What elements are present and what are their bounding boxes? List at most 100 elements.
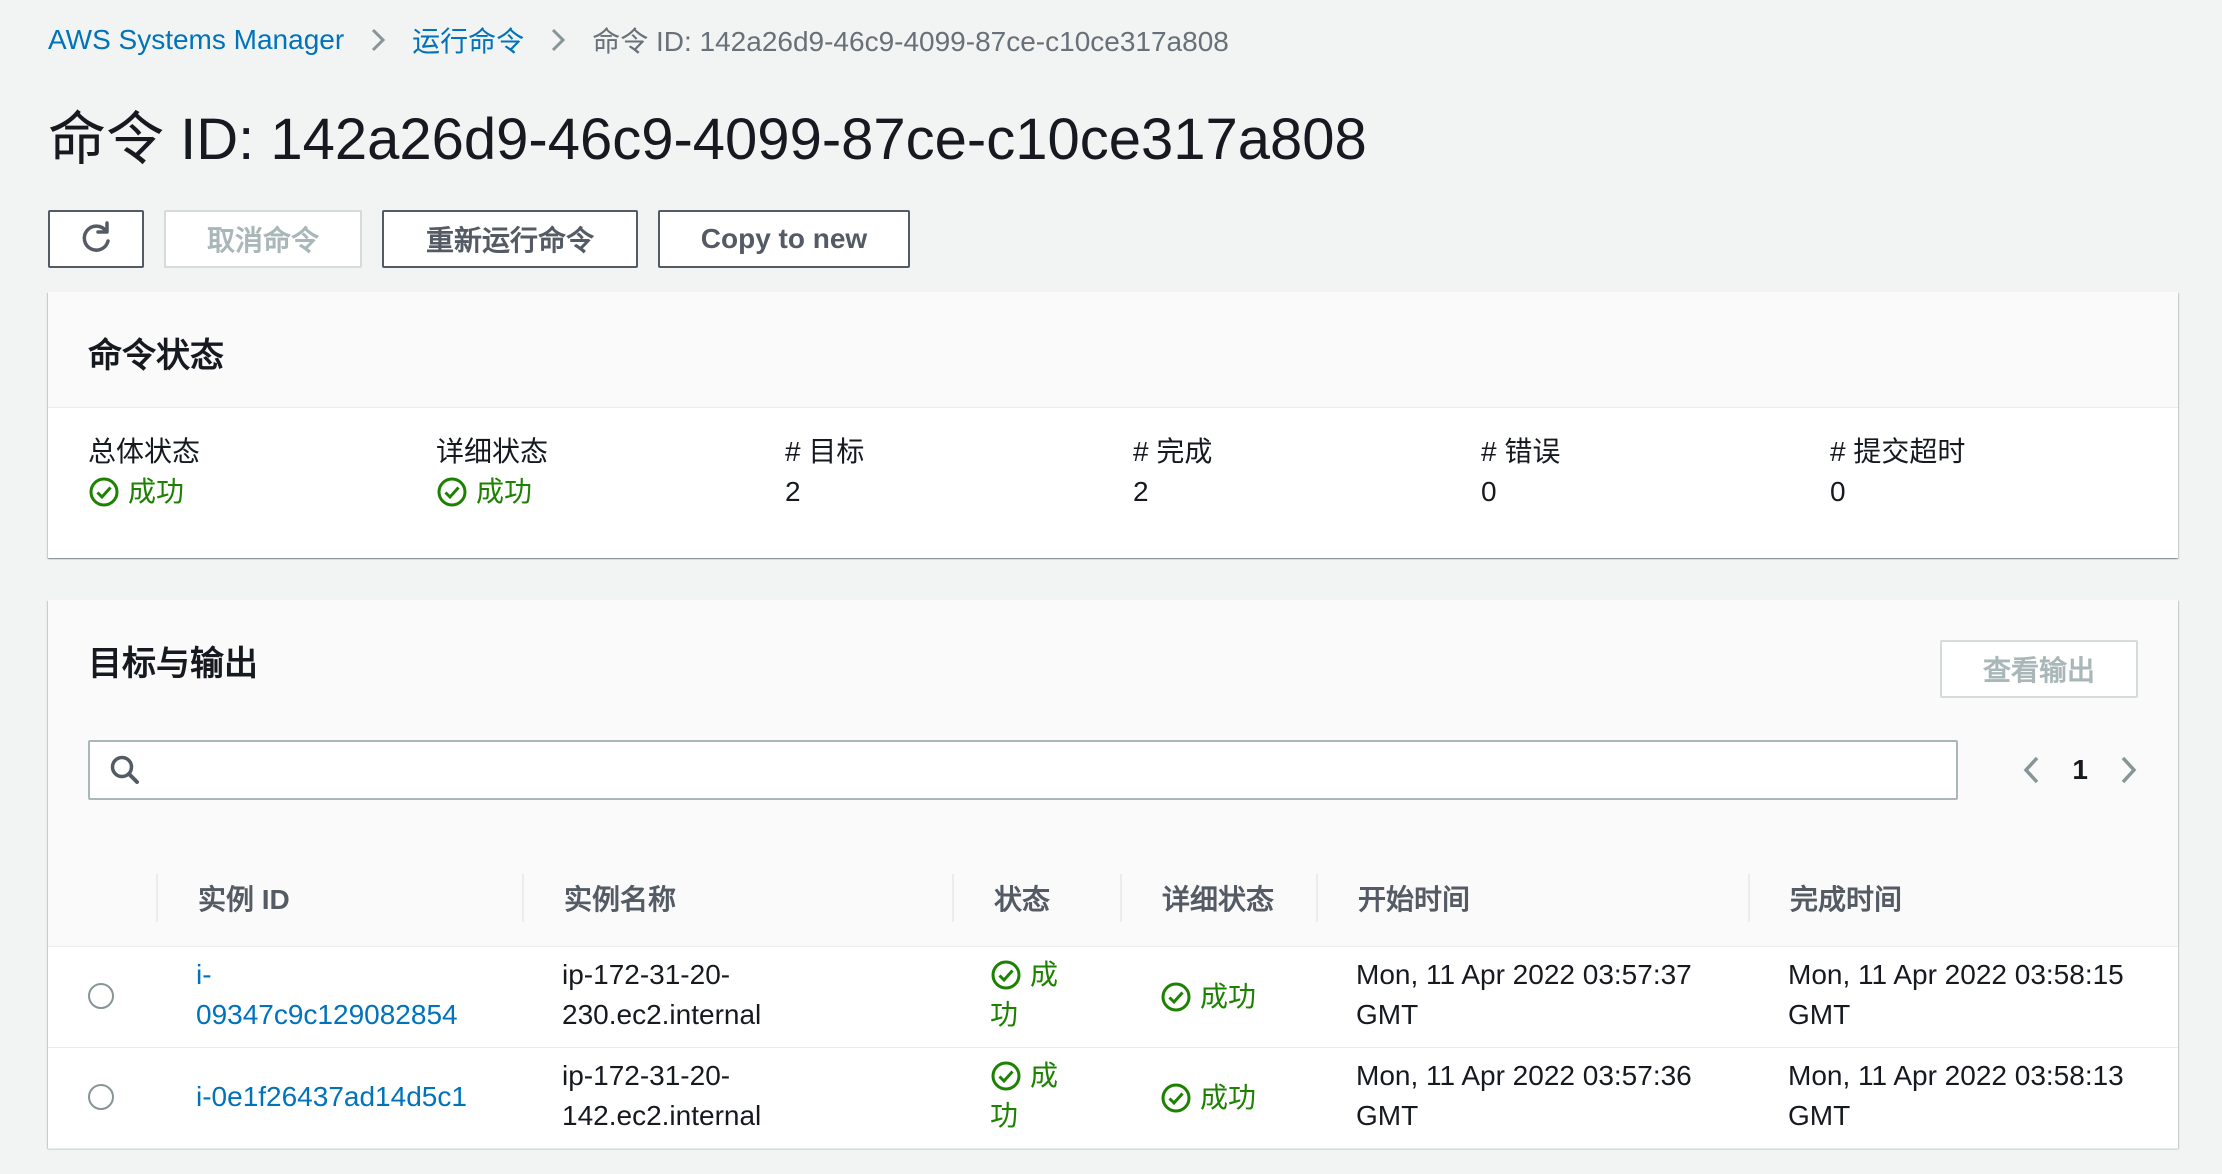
- column-start-time[interactable]: 开始时间: [1358, 850, 1470, 946]
- column-divider: [1120, 874, 1122, 922]
- instance-id-text[interactable]: i-0e1f26437ad14d5c1: [196, 1077, 467, 1117]
- start-time: Mon, 11 Apr 2022 03:57:36 GMT: [1356, 1056, 1692, 1136]
- table-row[interactable]: i- 09347c9c129082854 ip-172-31-20- 230.e…: [48, 947, 2178, 1048]
- detailed-status-value: 成功: [436, 472, 548, 512]
- column-end-time[interactable]: 完成时间: [1790, 850, 1902, 946]
- column-divider: [952, 874, 954, 922]
- status-grid: 总体状态 成功 详细状态 成功 # 目标 2 # 完成 2 # 错误 0 # 提…: [88, 432, 2138, 522]
- completed-count-value: 2: [1133, 476, 1149, 507]
- end-time-text: Mon, 11 Apr 2022 03:58:15: [1788, 959, 2124, 990]
- detailed-status-text: 成功: [476, 476, 533, 507]
- row-status-text: 成: [1030, 959, 1059, 990]
- row-detailed-status: 成功: [1160, 1078, 1256, 1118]
- instance-name: ip-172-31-20- 230.ec2.internal: [562, 955, 761, 1035]
- search-icon: [110, 755, 139, 784]
- error-count-value: 0: [1481, 476, 1497, 507]
- refresh-button[interactable]: [48, 210, 144, 268]
- cancel-command-button[interactable]: 取消命令: [164, 210, 362, 268]
- breadcrumb-current: 命令 ID: 142a26d9-46c9-4099-87ce-c10ce317a…: [592, 26, 1229, 57]
- detailed-status-field: 详细状态 成功: [436, 432, 548, 512]
- row-status-text: 功: [990, 999, 1019, 1030]
- action-bar: 取消命令 重新运行命令 Copy to new: [48, 210, 910, 268]
- overall-status-text: 成功: [128, 476, 185, 507]
- end-time: Mon, 11 Apr 2022 03:58:13 GMT: [1788, 1056, 2124, 1136]
- instance-name-text: 142.ec2.internal: [562, 1100, 762, 1131]
- start-time-text: Mon, 11 Apr 2022 03:57:37: [1356, 959, 1692, 990]
- command-status-header: 命令状态: [48, 292, 2178, 408]
- instance-name: ip-172-31-20- 142.ec2.internal: [562, 1056, 761, 1136]
- column-instance-id[interactable]: 实例 ID: [198, 850, 290, 946]
- search-input[interactable]: [152, 744, 1956, 796]
- end-time-text: Mon, 11 Apr 2022 03:58:13: [1788, 1060, 2124, 1091]
- row-status-text: 功: [990, 1100, 1019, 1131]
- timeout-count-value: 0: [1830, 476, 1846, 507]
- detailed-status-label: 详细状态: [436, 436, 549, 467]
- success-check-icon: [991, 960, 1021, 990]
- row-status-line: 成: [990, 1056, 1058, 1096]
- search-box[interactable]: [88, 740, 1958, 800]
- success-check-icon: [991, 1061, 1021, 1091]
- completed-count-field: # 完成 2: [1133, 432, 1212, 512]
- table-header: 实例 ID 实例名称 状态 详细状态 开始时间 完成时间: [48, 850, 2178, 947]
- column-divider: [1316, 874, 1318, 922]
- command-status-title: 命令状态: [88, 337, 224, 375]
- refresh-icon: [82, 221, 110, 252]
- chevron-left-icon[interactable]: [2018, 753, 2046, 787]
- instance-id-text[interactable]: 09347c9c129082854: [196, 995, 458, 1035]
- breadcrumb-systems-manager[interactable]: AWS Systems Manager: [48, 24, 344, 56]
- instance-name-text: 230.ec2.internal: [562, 999, 762, 1030]
- row-select-radio[interactable]: [88, 1084, 114, 1110]
- success-check-icon: [89, 477, 119, 507]
- start-time-text: Mon, 11 Apr 2022 03:57:36: [1356, 1060, 1692, 1091]
- start-time-text: GMT: [1356, 999, 1419, 1030]
- row-status-text: 成: [1030, 1060, 1059, 1091]
- timeout-count-label: # 提交超时: [1830, 436, 1966, 467]
- targets-and-outputs-panel: 目标与输出 查看输出 1 实例 ID 实例名称 状态 详细状态 开始时间 完成时…: [48, 600, 2178, 1149]
- timeout-count-field: # 提交超时 0: [1830, 432, 1965, 512]
- instance-name-text: ip-172-31-20-: [562, 1060, 731, 1091]
- error-count-label: # 错误: [1481, 436, 1561, 467]
- chevron-right-icon[interactable]: [2114, 753, 2142, 787]
- column-divider: [1748, 874, 1750, 922]
- instance-id-link[interactable]: i- 09347c9c129082854: [196, 955, 458, 1035]
- overall-status-label: 总体状态: [88, 436, 201, 467]
- table-row[interactable]: i-0e1f26437ad14d5c1 ip-172-31-20- 142.ec…: [48, 1048, 2178, 1149]
- success-check-icon: [437, 477, 467, 507]
- column-instance-name[interactable]: 实例名称: [564, 850, 676, 946]
- targets-count-label: # 目标: [785, 436, 865, 467]
- row-status: 成 功: [990, 1056, 1058, 1136]
- error-count-field: # 错误 0: [1481, 432, 1560, 512]
- row-select-radio[interactable]: [88, 983, 114, 1009]
- end-time-text: GMT: [1788, 1100, 1851, 1131]
- overall-status-field: 总体状态 成功: [88, 432, 200, 512]
- column-divider: [522, 874, 524, 922]
- chevron-right-icon: [366, 26, 390, 54]
- chevron-right-icon: [546, 26, 570, 54]
- row-detailed-status: 成功: [1160, 977, 1256, 1017]
- start-time: Mon, 11 Apr 2022 03:57:37 GMT: [1356, 955, 1692, 1035]
- row-detailed-status-text: 成功: [1200, 981, 1257, 1012]
- column-divider: [156, 874, 158, 922]
- completed-count-label: # 完成: [1133, 436, 1213, 467]
- rerun-command-button[interactable]: 重新运行命令: [382, 210, 638, 268]
- breadcrumb: AWS Systems Manager 运行命令 命令 ID: 142a26d9…: [48, 20, 1229, 60]
- breadcrumb-run-command[interactable]: 运行命令: [412, 20, 524, 60]
- targets-count-field: # 目标 2: [785, 432, 864, 512]
- page-number[interactable]: 1: [2072, 754, 2088, 786]
- start-time-text: GMT: [1356, 1100, 1419, 1131]
- copy-to-new-button[interactable]: Copy to new: [658, 210, 910, 268]
- column-detailed-status[interactable]: 详细状态: [1162, 850, 1274, 946]
- row-status: 成 功: [990, 955, 1058, 1035]
- view-output-button[interactable]: 查看输出: [1940, 640, 2138, 698]
- overall-status-value: 成功: [88, 472, 200, 512]
- instance-name-text: ip-172-31-20-: [562, 959, 731, 990]
- end-time-text: GMT: [1788, 999, 1851, 1030]
- instance-id-text[interactable]: i-: [196, 955, 458, 995]
- pagination: 1: [2018, 740, 2142, 800]
- command-status-panel: 命令状态 总体状态 成功 详细状态 成功 # 目标 2 # 完成 2 # 错误 …: [48, 292, 2178, 558]
- end-time: Mon, 11 Apr 2022 03:58:15 GMT: [1788, 955, 2124, 1035]
- targets-title: 目标与输出: [88, 645, 258, 683]
- row-status-line: 成: [990, 955, 1058, 995]
- instance-id-link[interactable]: i-0e1f26437ad14d5c1: [196, 1077, 467, 1117]
- column-status[interactable]: 状态: [994, 850, 1050, 946]
